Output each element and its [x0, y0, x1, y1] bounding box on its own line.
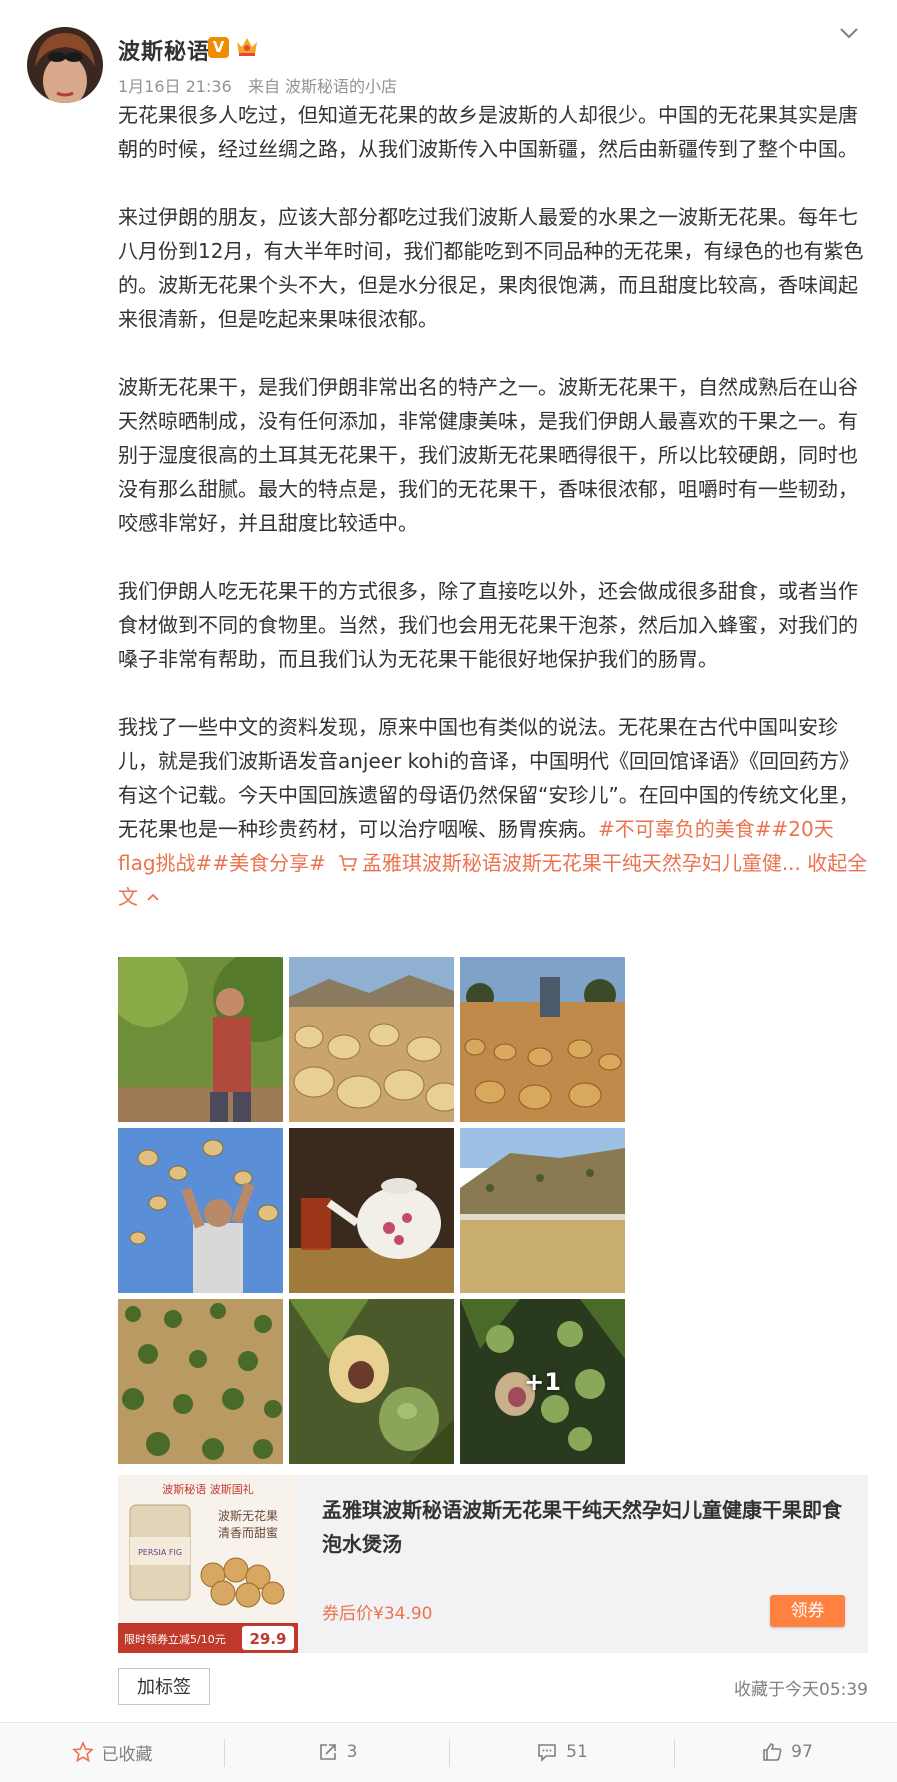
repost-button[interactable]: 3	[225, 1723, 449, 1781]
repost-icon	[319, 1744, 336, 1760]
product-image[interactable]: 波斯秘语 波斯国礼 波斯无花果 清香而甜蜜 PERSIA FIG 限时领券立减5…	[118, 1475, 298, 1653]
action-bar: 已收藏 3 51 97	[0, 1722, 897, 1782]
vip-crown-icon	[234, 33, 260, 59]
post-text: 无花果很多人吃过，但知道无花果的故乡是波斯的人却很少。中国的无花果其实是唐朝的时…	[118, 98, 870, 914]
star-icon	[71, 1741, 94, 1763]
paragraph-3: 波斯无花果干，是我们伊朗非常出名的特产之一。波斯无花果干，自然成熟后在山谷天然晾…	[118, 375, 858, 535]
product-card[interactable]: 波斯秘语 波斯国礼 波斯无花果 清香而甜蜜 PERSIA FIG 限时领券立减5…	[118, 1475, 868, 1653]
source-prefix: 来自	[247, 77, 280, 96]
hashtag-link[interactable]: #美食分享#	[212, 851, 326, 875]
paragraph-5: 我找了一些中文的资料发现，原来中国也有类似的说法。无花果在古代中国叫安珍儿，就是…	[118, 710, 870, 914]
post-image[interactable]	[460, 957, 625, 1122]
thumbs-up-icon	[763, 1743, 782, 1761]
product-promo-text: 限时领券立减5/10元	[124, 1632, 226, 1646]
product-slogan-line1: 波斯无花果	[218, 1508, 278, 1523]
more-images-label[interactable]: +1	[460, 1299, 625, 1464]
post-image[interactable]: +1	[460, 1299, 625, 1464]
post-time[interactable]: 1月16日 21:36	[118, 77, 232, 96]
image-grid: +1	[118, 957, 626, 1465]
favorite-label: 已收藏	[101, 1744, 153, 1765]
post-image[interactable]	[289, 1128, 454, 1293]
caret-up-icon[interactable]	[146, 892, 160, 902]
add-tag-button[interactable]: 加标签	[118, 1668, 210, 1705]
post-image[interactable]	[118, 1128, 283, 1293]
paragraph-2: 来过伊朗的朋友，应该大部分都吃过我们波斯人最爱的水果之一波斯无花果。每年七八月份…	[118, 205, 864, 331]
repost-count: 3	[346, 1742, 358, 1762]
favorited-time: 收藏于今天05:39	[734, 1680, 868, 1700]
comment-button[interactable]: 51	[450, 1723, 674, 1781]
favorite-button[interactable]: 已收藏	[0, 1723, 224, 1781]
hashtag-link[interactable]: #不可辜负的美食#	[598, 817, 772, 841]
paragraph-4: 我们伊朗人吃无花果干的方式很多，除了直接吃以外，还会做成很多甜食，或者当作食材做…	[118, 579, 858, 671]
comment-icon	[538, 1744, 556, 1762]
product-price: 券后价¥34.90	[322, 1604, 433, 1624]
claim-coupon-button[interactable]: 领券	[770, 1595, 845, 1627]
product-promo-price: 29.9	[249, 1630, 286, 1648]
post-image[interactable]	[118, 1299, 283, 1464]
chevron-down-icon[interactable]	[837, 24, 861, 42]
post-image[interactable]	[289, 1299, 454, 1464]
post-meta: 1月16日 21:36 来自 波斯秘语的小店	[118, 73, 397, 97]
weibo-post-card: 波斯秘语 V 1月16日 21:36 来自 波斯秘语的小店 无花果很多人吃过，但…	[0, 0, 897, 1782]
product-link[interactable]: 孟雅琪波斯秘语波斯无花果干纯天然孕妇儿童健...	[362, 851, 801, 875]
source-link[interactable]: 波斯秘语的小店	[285, 77, 397, 96]
shopping-cart-icon	[338, 855, 357, 871]
like-count: 97	[791, 1742, 813, 1762]
post-image[interactable]	[460, 1128, 625, 1293]
comment-count: 51	[566, 1742, 588, 1762]
product-title[interactable]: 孟雅琪波斯秘语波斯无花果干纯天然孕妇儿童健康干果即食泡水煲汤	[322, 1493, 842, 1561]
like-button[interactable]: 97	[675, 1723, 897, 1781]
verified-badge-icon: V	[208, 37, 229, 58]
product-slogan-line2: 清香而甜蜜	[218, 1525, 278, 1540]
avatar[interactable]	[27, 27, 103, 103]
product-jar-label: PERSIA FIG	[138, 1548, 182, 1557]
product-brand-text: 波斯秘语 波斯国礼	[162, 1482, 254, 1496]
post-image[interactable]	[289, 957, 454, 1122]
author-name[interactable]: 波斯秘语	[118, 34, 210, 66]
paragraph-1: 无花果很多人吃过，但知道无花果的故乡是波斯的人却很少。中国的无花果其实是唐朝的时…	[118, 103, 858, 161]
post-image[interactable]	[118, 957, 283, 1122]
